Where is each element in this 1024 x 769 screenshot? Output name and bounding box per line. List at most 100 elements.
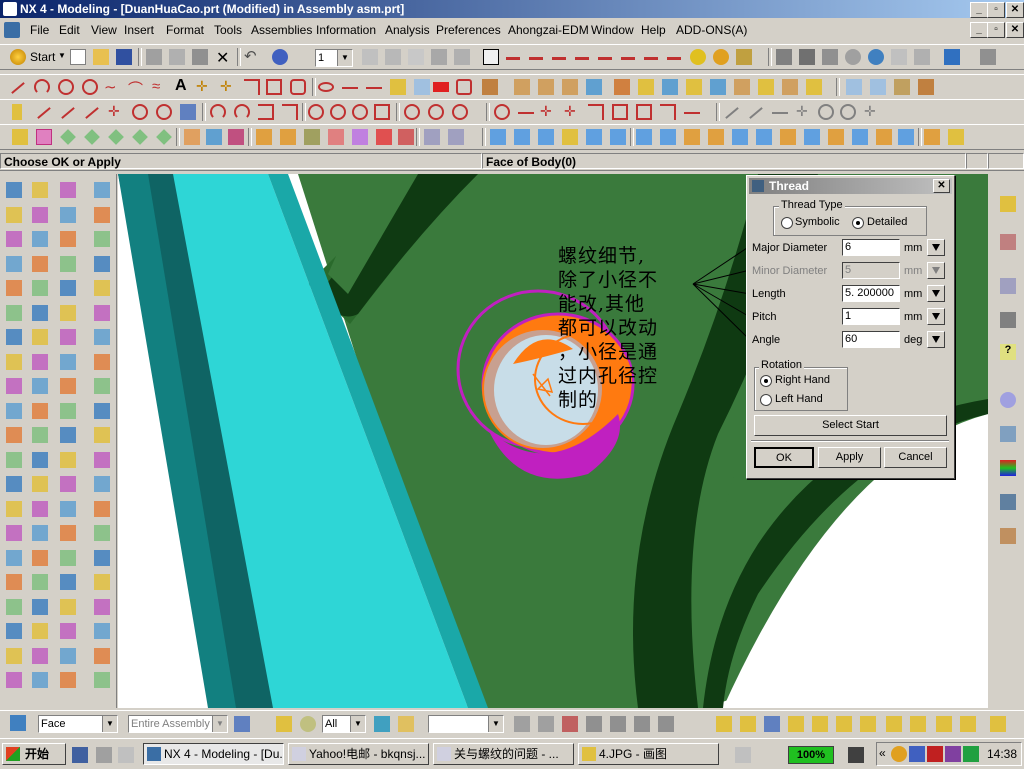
sk-project-icon[interactable] <box>636 104 652 120</box>
perspective-icon[interactable] <box>891 49 907 65</box>
roles-user-icon[interactable] <box>1000 528 1016 544</box>
intersection-icon[interactable] <box>638 79 654 95</box>
sk-edit-curve-icon[interactable] <box>684 112 700 114</box>
palette-tool-icon[interactable] <box>60 378 76 394</box>
unite-icon[interactable] <box>636 129 652 145</box>
patch-icon[interactable] <box>732 129 748 145</box>
measure-angle-icon[interactable] <box>870 79 886 95</box>
angle-input[interactable]: 60 <box>842 331 900 348</box>
restore-button[interactable]: ▫ <box>987 2 1005 18</box>
assembly-k-icon[interactable] <box>960 716 976 732</box>
palette-tool-icon[interactable] <box>32 500 48 517</box>
tray-expand-icon[interactable]: « <box>879 746 886 760</box>
palette-tool-icon[interactable] <box>32 623 48 639</box>
palette-tool-icon[interactable] <box>6 329 22 345</box>
palette-tool-icon[interactable] <box>32 378 48 394</box>
gray-plus-icon[interactable]: ✛ <box>864 103 876 120</box>
select-all-icon[interactable] <box>374 716 390 732</box>
sketch-constraint-icon[interactable] <box>644 57 658 60</box>
tube-icon[interactable] <box>84 129 100 145</box>
extract-icon[interactable] <box>686 79 702 95</box>
sk-edit-icon[interactable] <box>660 104 676 120</box>
delete-icon[interactable]: ✕ <box>216 48 229 68</box>
helix-icon[interactable]: ≈ <box>152 78 160 95</box>
palette-tool-icon[interactable] <box>60 598 76 615</box>
sk-derived-icon[interactable] <box>180 104 196 120</box>
edit-object-icon[interactable] <box>272 49 288 65</box>
left-hand-label[interactable]: Left Hand <box>775 393 823 405</box>
sketch-fillet-icon[interactable] <box>690 49 706 65</box>
palette-tool-icon[interactable] <box>32 304 48 321</box>
deselect-icon[interactable] <box>398 716 414 732</box>
point-icon[interactable] <box>82 79 98 95</box>
copy-to-layer-icon[interactable] <box>431 49 447 65</box>
join-icon[interactable] <box>514 79 530 95</box>
selection-filter-select[interactable]: All ▼ <box>322 715 366 733</box>
ok-button[interactable]: OK <box>754 447 814 468</box>
pan-icon[interactable] <box>822 49 838 65</box>
quick-launch-icon[interactable] <box>96 747 112 763</box>
palette-tool-icon[interactable] <box>60 451 76 468</box>
tray-b-icon[interactable] <box>909 746 925 762</box>
sk-quick-trim-icon[interactable] <box>234 104 250 120</box>
menu-assemblies[interactable]: Assemblies <box>251 23 312 37</box>
polygon-icon[interactable] <box>290 79 306 95</box>
taper-icon[interactable] <box>328 129 344 145</box>
menu-insert[interactable]: Insert <box>124 23 154 37</box>
palette-tool-icon[interactable] <box>6 231 22 247</box>
sew-icon[interactable] <box>708 129 724 145</box>
snap-existing-icon[interactable] <box>658 716 674 732</box>
left-hand-radio[interactable] <box>760 394 772 406</box>
palette-tool-icon[interactable] <box>94 574 110 590</box>
palette-tool-icon[interactable] <box>94 672 110 688</box>
gray-circle-a-icon[interactable] <box>818 104 834 120</box>
arc-icon[interactable] <box>34 79 50 95</box>
split-icon[interactable] <box>398 129 414 145</box>
scale-icon[interactable] <box>780 129 796 145</box>
palette-tool-icon[interactable] <box>6 427 22 443</box>
palette-tool-icon[interactable] <box>6 476 22 492</box>
palette-tool-icon[interactable] <box>32 598 48 615</box>
palette-tool-icon[interactable] <box>94 549 110 566</box>
sk-dim-angle-icon[interactable] <box>352 104 368 120</box>
assembly-b-icon[interactable] <box>740 716 756 732</box>
palette-tool-icon[interactable] <box>94 329 110 345</box>
selection-scope-select[interactable]: Entire Assembly ▼ <box>128 715 228 733</box>
point-set-icon[interactable]: ✛ <box>196 78 208 95</box>
palette-tool-icon[interactable] <box>94 647 110 664</box>
close-button[interactable]: ✕ <box>1006 2 1024 18</box>
new-file-icon[interactable] <box>70 49 86 65</box>
palette-tool-icon[interactable] <box>60 329 76 345</box>
palette-tool-icon[interactable] <box>94 280 110 296</box>
menu-tools[interactable]: Tools <box>214 23 242 37</box>
layer-settings-icon[interactable] <box>362 49 378 65</box>
palette-tool-icon[interactable] <box>6 255 22 272</box>
cancel-button[interactable]: Cancel <box>884 447 947 468</box>
palette-tool-icon[interactable] <box>32 427 48 443</box>
menu-analysis[interactable]: Analysis <box>385 23 430 37</box>
subtract-icon[interactable] <box>660 129 676 145</box>
palette-tool-icon[interactable] <box>60 500 76 517</box>
snap-quadrant-icon[interactable] <box>634 716 650 732</box>
menu-view[interactable]: View <box>91 23 117 37</box>
polyline-icon[interactable]: ⌒ <box>128 78 143 99</box>
rotate-icon[interactable] <box>868 49 884 65</box>
profile-icon[interactable] <box>37 107 51 119</box>
major-diameter-input[interactable]: 6 <box>842 239 900 256</box>
surface-a-icon[interactable] <box>490 129 506 145</box>
sketch-mirror-icon[interactable] <box>621 57 635 60</box>
reuse-library-icon[interactable] <box>1000 278 1016 294</box>
assembly-f-icon[interactable] <box>836 716 852 732</box>
assembly-a-icon[interactable] <box>716 716 732 732</box>
menu-window[interactable]: Window <box>591 23 634 37</box>
menu-file[interactable]: File <box>30 23 49 37</box>
network-icon[interactable] <box>848 747 864 763</box>
sk-arc-icon[interactable] <box>85 107 99 119</box>
palette-tool-icon[interactable] <box>60 231 76 247</box>
sk-constraint-c-icon[interactable] <box>452 104 468 120</box>
symbolic-label[interactable]: Symbolic <box>795 216 840 228</box>
task-yahoo-mail[interactable]: Yahoo!电邮 - bkqnsj... <box>288 743 429 765</box>
select-start-button[interactable]: Select Start <box>754 415 947 436</box>
extract-body-icon[interactable] <box>828 129 844 145</box>
palette-tool-icon[interactable] <box>94 598 110 615</box>
